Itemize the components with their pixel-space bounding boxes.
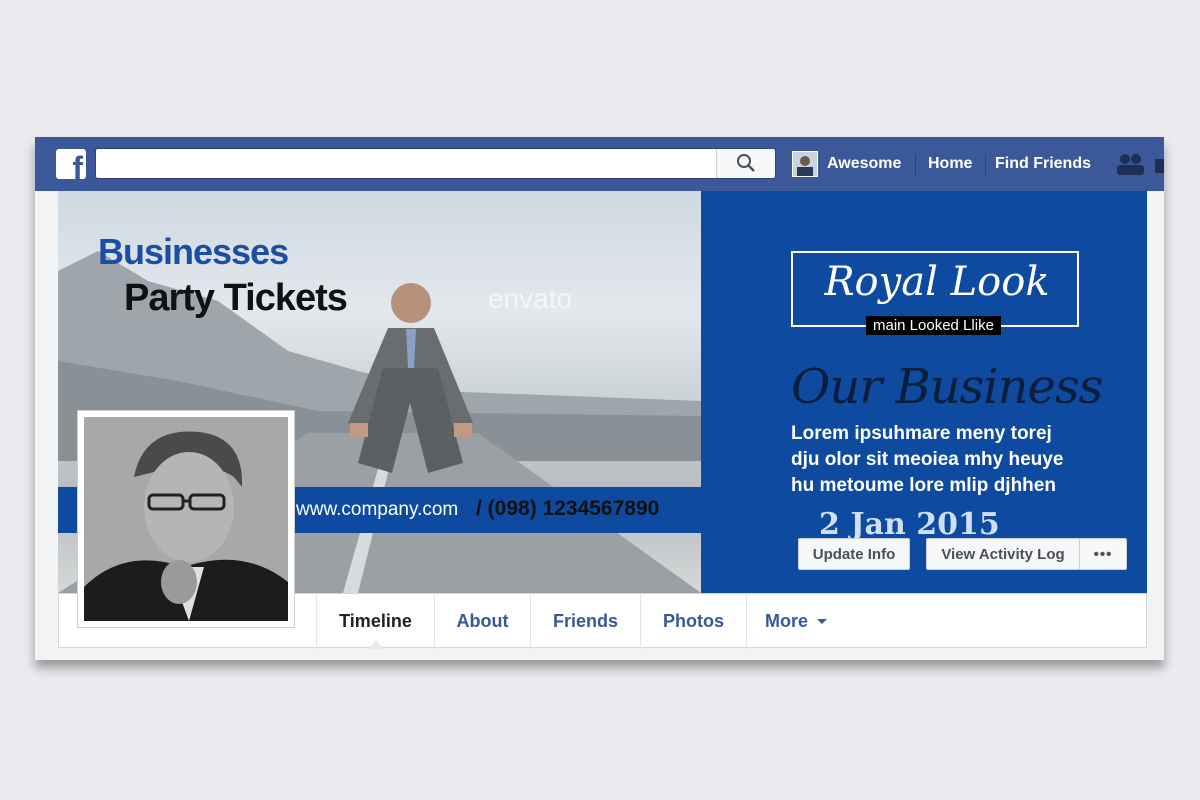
company-website: www.company.com: [296, 499, 459, 520]
search-box[interactable]: [95, 148, 776, 179]
nav-divider: [915, 154, 916, 176]
cover-headline-businesses: Businesses: [98, 231, 289, 272]
nav-find-friends-link[interactable]: Find Friends: [995, 137, 1091, 191]
tab-friends-label: Friends: [552, 611, 618, 631]
more-options-button[interactable]: •••: [1079, 538, 1127, 570]
nav-divider: [985, 154, 986, 176]
facebook-window: f Awesome Home Find Friends envato Busin…: [35, 137, 1164, 660]
profile-portrait: [84, 417, 288, 621]
royal-look-subtitle: main Looked Llike: [866, 316, 1001, 335]
tab-friends[interactable]: Friends: [530, 594, 640, 649]
tab-more[interactable]: More: [746, 594, 846, 649]
top-navigation-bar: f Awesome Home Find Friends: [35, 137, 1164, 191]
search-button[interactable]: [716, 149, 775, 178]
event-date: 2 Jan 2015: [819, 507, 1000, 542]
user-avatar-image: [793, 152, 817, 176]
active-tab-indicator: [368, 640, 384, 649]
tab-about-label: About: [456, 611, 509, 631]
profile-picture-image: [84, 417, 288, 621]
cover-blue-panel: Royal Look main Looked Llike Our Busines…: [701, 191, 1147, 593]
our-business-title: Our Business: [791, 359, 1103, 415]
update-info-button[interactable]: Update Info: [798, 538, 910, 570]
profile-picture[interactable]: [77, 410, 295, 628]
lorem-line-3: hu metoume lore mlip djhhen: [791, 475, 1056, 496]
cover-headline-party-tickets: Party Tickets: [124, 277, 348, 319]
tab-more-label: More: [764, 611, 808, 631]
search-input[interactable]: [102, 153, 706, 175]
envato-watermark: envato: [488, 283, 573, 314]
search-icon: [737, 154, 755, 172]
view-activity-log-button[interactable]: View Activity Log: [926, 538, 1080, 570]
lorem-line-2: dju olor sit meoiea mhy heuye: [791, 449, 1064, 470]
tab-photos[interactable]: Photos: [640, 594, 746, 649]
user-name-link[interactable]: Awesome: [827, 137, 901, 191]
company-phone: / (098) 1234567890: [476, 497, 660, 520]
friend-requests-icon[interactable]: [1115, 152, 1145, 176]
user-avatar[interactable]: [792, 151, 818, 177]
tab-about[interactable]: About: [434, 594, 530, 649]
messages-icon[interactable]: [1155, 159, 1164, 173]
royal-look-title: Royal Look: [824, 259, 1050, 305]
lorem-line-1: Lorem ipsuhmare meny torej: [791, 423, 1052, 444]
tab-timeline-label: Timeline: [339, 611, 412, 631]
nav-home-link[interactable]: Home: [928, 137, 972, 191]
chevron-down-icon: [817, 618, 827, 624]
tab-photos-label: Photos: [663, 611, 724, 631]
facebook-logo-icon[interactable]: f: [56, 149, 86, 179]
